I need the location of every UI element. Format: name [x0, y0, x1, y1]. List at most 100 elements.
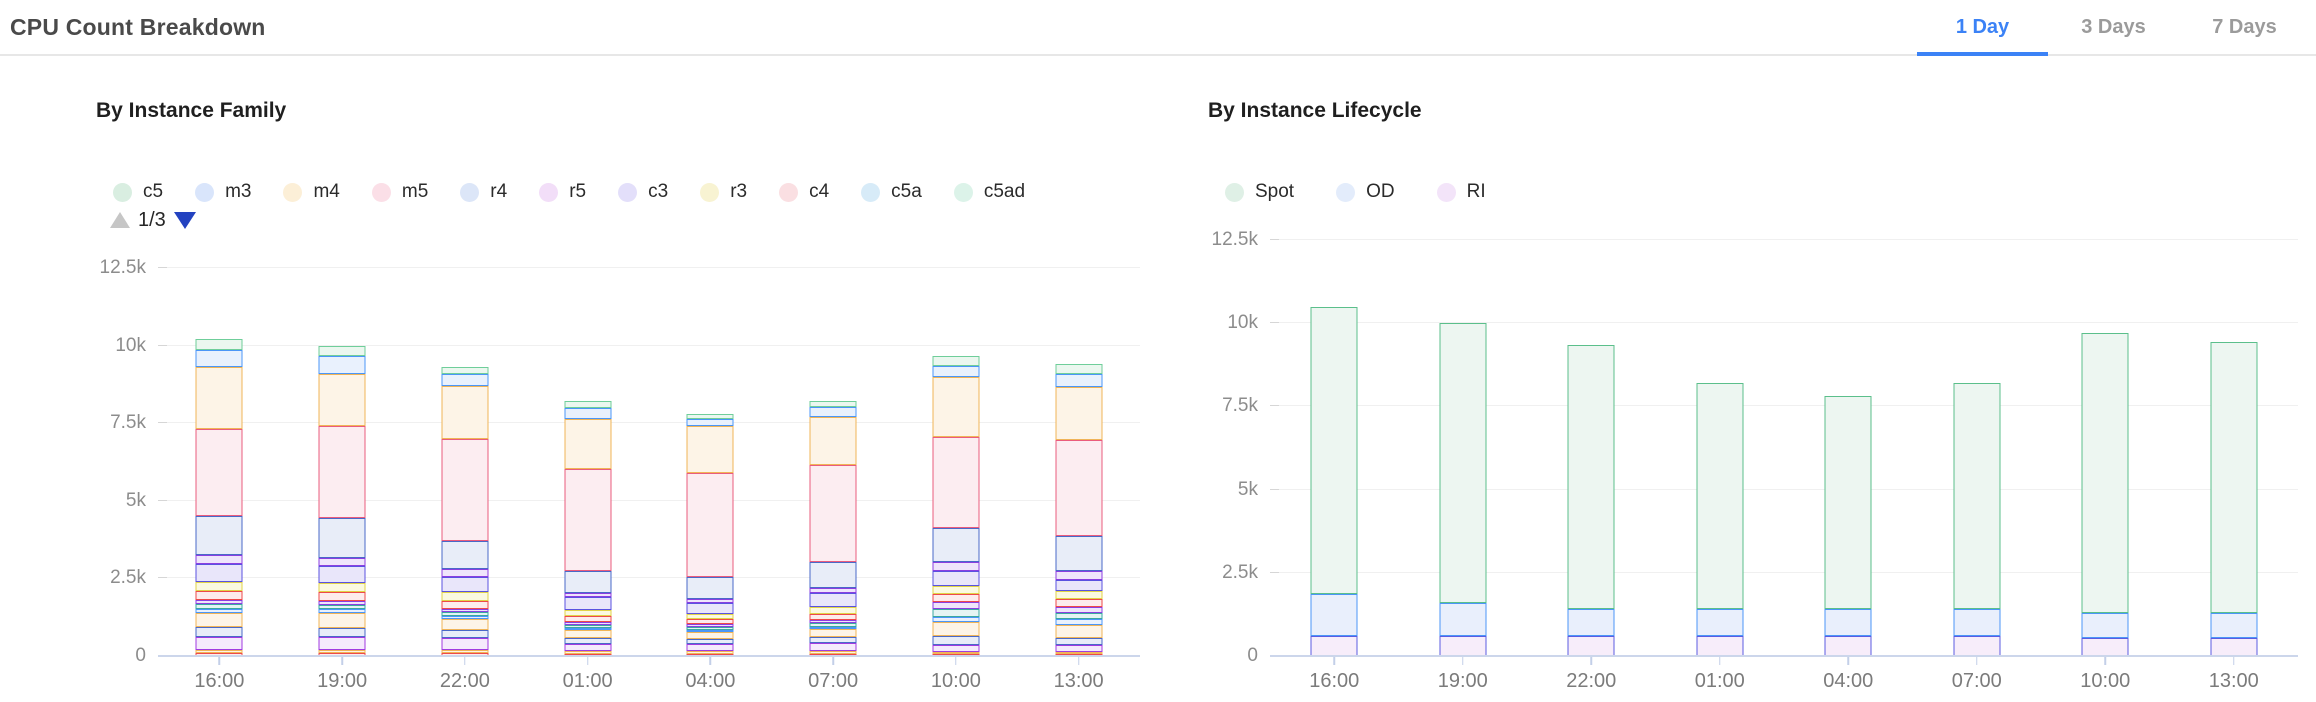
bar-segment-spot[interactable]: [1696, 383, 1743, 609]
bar-segment-pink[interactable]: [687, 473, 734, 577]
bar-segment-pink[interactable]: [196, 429, 243, 516]
bar-segment-pink[interactable]: [319, 426, 366, 518]
bar-segment-violet[interactable]: [564, 593, 611, 598]
legend-page-up-icon[interactable]: [110, 212, 130, 228]
bar-segment-steel[interactable]: [687, 577, 734, 599]
bar-16:00[interactable]: [196, 268, 243, 656]
bar-segment-pink[interactable]: [441, 439, 488, 541]
bar-segment-violet[interactable]: [932, 562, 979, 571]
tab-1-day[interactable]: 1 Day: [1917, 0, 2048, 54]
legend-item-RI[interactable]: RI: [1437, 181, 1486, 203]
bar-segment-gold[interactable]: [1055, 652, 1102, 654]
bar-segment-gold[interactable]: [687, 426, 734, 473]
bar-segment-pink[interactable]: [1055, 440, 1102, 536]
bar-segment-steel[interactable]: [810, 637, 857, 643]
bar-segment-gold[interactable]: [196, 650, 243, 653]
bar-segment-teal[interactable]: [319, 605, 366, 610]
bar-segment-teal[interactable]: [932, 609, 979, 617]
bar-segment-green[interactable]: [687, 414, 734, 419]
bar-segment-indigo[interactable]: [196, 564, 243, 582]
legend-item-c5ad[interactable]: c5ad: [954, 181, 1025, 203]
bar-segment-teal[interactable]: [564, 625, 611, 628]
bar-segment-steel[interactable]: [687, 639, 734, 644]
legend-page-down-icon[interactable]: [174, 212, 196, 229]
bar-segment-blue[interactable]: [564, 628, 611, 630]
tab-3-days[interactable]: 3 Days: [2048, 0, 2179, 54]
bar-10:00[interactable]: [932, 268, 979, 656]
bar-segment-ri[interactable]: [2210, 638, 2257, 656]
bar-07:00[interactable]: [1953, 240, 2000, 656]
bar-13:00[interactable]: [1055, 268, 1102, 656]
bar-segment-green[interactable]: [932, 356, 979, 365]
bar-segment-steel[interactable]: [932, 528, 979, 562]
bar-segment-gold[interactable]: [441, 619, 488, 630]
bar-segment-steel[interactable]: [196, 516, 243, 555]
bar-segment-teal[interactable]: [196, 604, 243, 609]
bar-segment-teal[interactable]: [810, 623, 857, 626]
bar-segment-od[interactable]: [1439, 603, 1486, 636]
legend-item-c5a[interactable]: c5a: [861, 181, 922, 203]
bar-segment-blue[interactable]: [196, 609, 243, 613]
bar-segment-od[interactable]: [2210, 613, 2257, 638]
bar-segment-steel[interactable]: [1055, 536, 1102, 570]
bar-segment-violet[interactable]: [687, 599, 734, 603]
bar-segment-ri[interactable]: [1953, 636, 2000, 656]
bar-segment-violet[interactable]: [564, 622, 611, 625]
bar-segment-yellow[interactable]: [810, 607, 857, 614]
bar-segment-spot[interactable]: [1439, 323, 1486, 603]
bar-segment-teal[interactable]: [1055, 613, 1102, 619]
bar-segment-gold[interactable]: [687, 651, 734, 653]
bar-13:00[interactable]: [2210, 240, 2257, 656]
bar-segment-blue[interactable]: [441, 374, 488, 386]
bar-segment-pink[interactable]: [810, 465, 857, 561]
bar-segment-gold[interactable]: [810, 417, 857, 465]
bar-segment-red[interactable]: [564, 616, 611, 622]
bar-segment-pink[interactable]: [564, 469, 611, 571]
bar-segment-ri[interactable]: [1825, 636, 1872, 656]
bar-segment-gold[interactable]: [810, 629, 857, 637]
legend-item-r5[interactable]: r5: [539, 181, 586, 203]
bar-segment-purple[interactable]: [810, 643, 857, 652]
bar-segment-indigo[interactable]: [564, 597, 611, 609]
bar-segment-od[interactable]: [1825, 609, 1872, 636]
bar-segment-blue[interactable]: [319, 356, 366, 373]
bar-segment-indigo[interactable]: [687, 603, 734, 614]
bar-segment-blue[interactable]: [1055, 374, 1102, 386]
bar-segment-indigo[interactable]: [319, 566, 366, 583]
bar-segment-steel[interactable]: [196, 627, 243, 637]
bar-segment-teal[interactable]: [441, 612, 488, 616]
bar-segment-purple[interactable]: [564, 644, 611, 652]
bar-01:00[interactable]: [1696, 240, 1743, 656]
bar-segment-gold[interactable]: [932, 652, 979, 654]
bar-segment-red[interactable]: [932, 594, 979, 602]
bar-segment-gold[interactable]: [810, 651, 857, 653]
bar-segment-green[interactable]: [319, 346, 366, 357]
bar-10:00[interactable]: [2082, 240, 2129, 656]
bar-segment-ri[interactable]: [1439, 636, 1486, 656]
bar-segment-od[interactable]: [1953, 609, 2000, 636]
bar-segment-gold[interactable]: [1055, 625, 1102, 637]
bar-segment-gold[interactable]: [564, 630, 611, 638]
bar-segment-violet[interactable]: [687, 624, 734, 626]
bar-segment-blue[interactable]: [810, 407, 857, 417]
bar-segment-yellow[interactable]: [932, 586, 979, 594]
bar-segment-gold[interactable]: [564, 651, 611, 653]
bar-segment-steel[interactable]: [932, 636, 979, 645]
bar-segment-yellow[interactable]: [196, 582, 243, 592]
bar-segment-purple[interactable]: [441, 638, 488, 650]
bar-segment-gold[interactable]: [687, 632, 734, 639]
bar-segment-violet[interactable]: [810, 588, 857, 593]
bar-segment-spot[interactable]: [2210, 342, 2257, 613]
bar-segment-violet[interactable]: [196, 555, 243, 563]
bar-19:00[interactable]: [1439, 240, 1486, 656]
bar-segment-blue[interactable]: [1055, 619, 1102, 625]
bar-segment-yellow[interactable]: [564, 610, 611, 616]
bar-segment-yellow[interactable]: [1055, 591, 1102, 599]
bar-segment-gold[interactable]: [319, 613, 366, 629]
bar-segment-gold[interactable]: [319, 650, 366, 652]
bar-segment-blue[interactable]: [687, 419, 734, 427]
bar-segment-green[interactable]: [564, 401, 611, 408]
bar-segment-steel[interactable]: [810, 562, 857, 588]
legend-item-m4[interactable]: m4: [283, 181, 339, 203]
bar-segment-green[interactable]: [196, 339, 243, 350]
